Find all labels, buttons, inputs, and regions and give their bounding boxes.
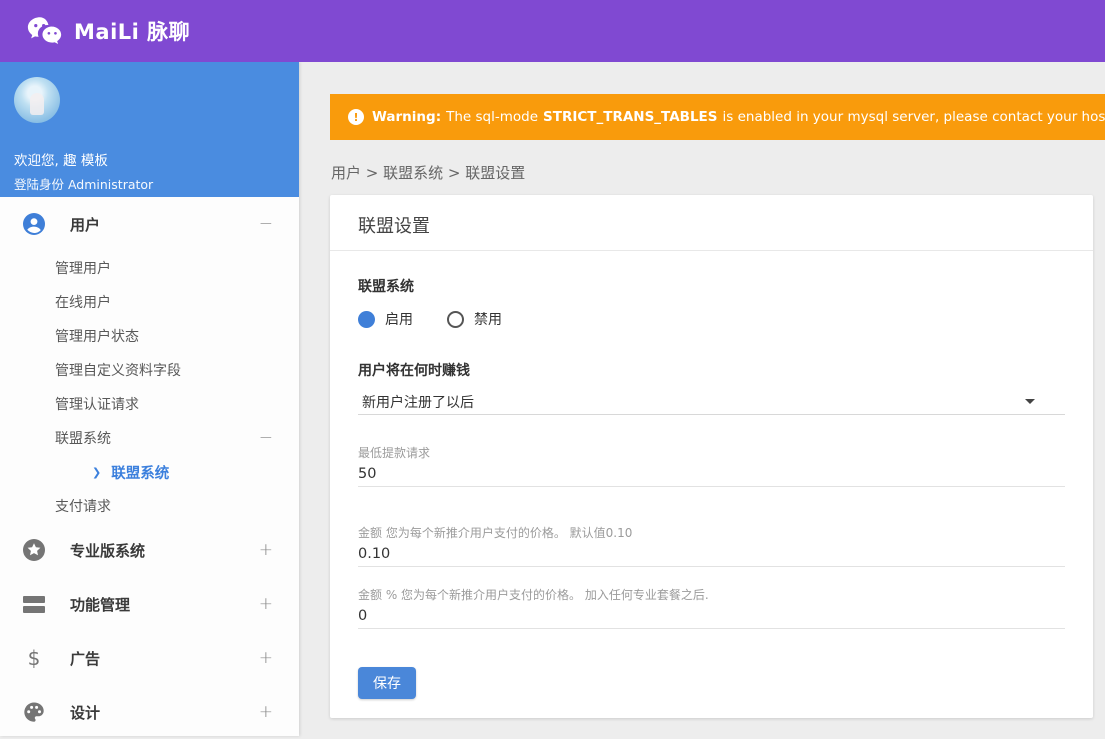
wechat-logo-icon bbox=[26, 15, 64, 47]
radio-disable-label[interactable]: 禁用 bbox=[474, 309, 502, 329]
radio-disable[interactable] bbox=[447, 310, 464, 328]
affiliate-settings-card: 联盟设置 联盟系统 启用 禁用 用户将在何时赚钱 新用户注册了以后 最低提款请求… bbox=[330, 195, 1093, 718]
sidebar-item-label: 专业版系统 bbox=[70, 541, 146, 560]
sidebar-item-features[interactable]: 功能管理 + bbox=[0, 577, 299, 631]
warning-text: The sql-mode bbox=[446, 109, 539, 125]
percent-per-referral-label: 金额 % 您为每个新推介用户支付的价格。 加入任何专业套餐之后. bbox=[358, 588, 709, 602]
sidebar-item-label: 广告 bbox=[70, 649, 101, 668]
sidebar-item-label: 支付请求 bbox=[55, 499, 111, 515]
stacked-bars-icon bbox=[22, 592, 46, 616]
sidebar-item-ads[interactable]: $ 广告 + bbox=[0, 631, 299, 685]
card-title: 联盟设置 bbox=[330, 195, 1093, 251]
radio-enable-label[interactable]: 启用 bbox=[385, 309, 413, 329]
sidebar-item-label: 在线用户 bbox=[55, 295, 111, 311]
earn-when-value: 新用户注册了以后 bbox=[362, 394, 474, 411]
amount-per-referral-label: 金额 您为每个新推介用户支付的价格。 默认值0.10 bbox=[358, 526, 633, 540]
sidebar-item-label: 管理自定义资料字段 bbox=[55, 363, 181, 379]
sidebar-item-label: 管理用户 bbox=[55, 261, 111, 277]
min-withdraw-label: 最低提款请求 bbox=[358, 446, 431, 460]
min-withdraw-input[interactable] bbox=[358, 461, 1065, 487]
sidebar-item-design[interactable]: 设计 + bbox=[0, 685, 299, 739]
warning-sql-mode: STRICT_TRANS_TABLES bbox=[543, 109, 718, 125]
percent-per-referral-input[interactable] bbox=[358, 603, 1065, 629]
sidebar-item-label: 管理认证请求 bbox=[55, 397, 139, 413]
radio-enable[interactable] bbox=[358, 310, 375, 328]
sidebar-item-label: 管理用户状态 bbox=[55, 329, 139, 345]
breadcrumb[interactable]: 用户 > 联盟系统 > 联盟设置 bbox=[331, 162, 525, 183]
avatar[interactable] bbox=[14, 77, 60, 123]
dollar-icon: $ bbox=[27, 646, 41, 670]
sidebar-item-custom-fields[interactable]: 管理自定义资料字段 bbox=[0, 353, 299, 387]
dropdown-caret-icon bbox=[1025, 399, 1035, 404]
sidebar-item-manage-users[interactable]: 管理用户 bbox=[0, 251, 299, 285]
sidebar-item-pro-system[interactable]: 专业版系统 + bbox=[0, 523, 299, 577]
card-body: 联盟系统 启用 禁用 用户将在何时赚钱 新用户注册了以后 最低提款请求 50 金… bbox=[330, 277, 1093, 699]
warning-text: is enabled in your mysql server, please … bbox=[722, 109, 1105, 125]
sidebar-item-users[interactable]: 用户 − bbox=[0, 197, 299, 251]
app-header: MaiLi 脉聊 bbox=[0, 0, 1105, 62]
sidebar-item-affiliate-settings-active[interactable]: ❯ 联盟系统 bbox=[0, 455, 299, 489]
warning-banner: ! Warning: The sql-mode STRICT_TRANS_TAB… bbox=[330, 94, 1105, 140]
sidebar-item-affiliate-system[interactable]: 联盟系统 − bbox=[0, 421, 299, 455]
expand-toggle-icon[interactable]: + bbox=[259, 648, 273, 668]
sidebar-item-label: 设计 bbox=[70, 703, 101, 722]
main-content: ! Warning: The sql-mode STRICT_TRANS_TAB… bbox=[300, 62, 1105, 736]
sidebar-item-verification-requests[interactable]: 管理认证请求 bbox=[0, 387, 299, 421]
sidebar-item-online-users[interactable]: 在线用户 bbox=[0, 285, 299, 319]
sidebar-item-user-status[interactable]: 管理用户状态 bbox=[0, 319, 299, 353]
expand-toggle-icon[interactable]: + bbox=[259, 540, 273, 560]
exclamation-circle-icon: ! bbox=[348, 109, 364, 125]
sidebar-item-label: 联盟系统 bbox=[55, 431, 111, 447]
warning-label: Warning: bbox=[372, 109, 442, 125]
palette-icon bbox=[22, 700, 46, 724]
affiliate-system-label: 联盟系统 bbox=[358, 279, 414, 295]
sidebar: 欢迎您, 趣 模板 登陆身份 Administrator 用户 − 管理用户 在… bbox=[0, 62, 299, 736]
profile-panel: 欢迎您, 趣 模板 登陆身份 Administrator bbox=[0, 62, 299, 197]
sidebar-item-payment-requests[interactable]: 支付请求 bbox=[0, 489, 299, 523]
login-role-text: 登陆身份 Administrator bbox=[14, 177, 154, 192]
welcome-text: 欢迎您, 趣 模板 bbox=[14, 153, 108, 169]
star-circle-icon bbox=[22, 538, 46, 562]
sidebar-item-label: 功能管理 bbox=[70, 595, 131, 614]
app-title: MaiLi 脉聊 bbox=[74, 20, 191, 44]
expand-toggle-icon[interactable]: + bbox=[259, 702, 273, 722]
sidebar-item-label: 联盟系统 bbox=[111, 465, 170, 482]
user-circle-icon bbox=[22, 212, 46, 236]
collapse-toggle-icon[interactable]: − bbox=[259, 214, 273, 234]
earn-when-select[interactable]: 新用户注册了以后 bbox=[358, 389, 1065, 415]
earn-when-label: 用户将在何时赚钱 bbox=[358, 363, 470, 379]
amount-per-referral-input[interactable] bbox=[358, 541, 1065, 567]
sidebar-item-label: 用户 bbox=[70, 215, 101, 234]
sidebar-menu: 用户 − 管理用户 在线用户 管理用户状态 管理自定义资料字段 管理认证请求 联… bbox=[0, 197, 299, 739]
chevron-right-icon: ❯ bbox=[92, 465, 102, 479]
expand-toggle-icon[interactable]: + bbox=[259, 594, 273, 614]
save-button[interactable]: 保存 bbox=[358, 667, 416, 699]
collapse-toggle-icon[interactable]: − bbox=[259, 428, 273, 448]
